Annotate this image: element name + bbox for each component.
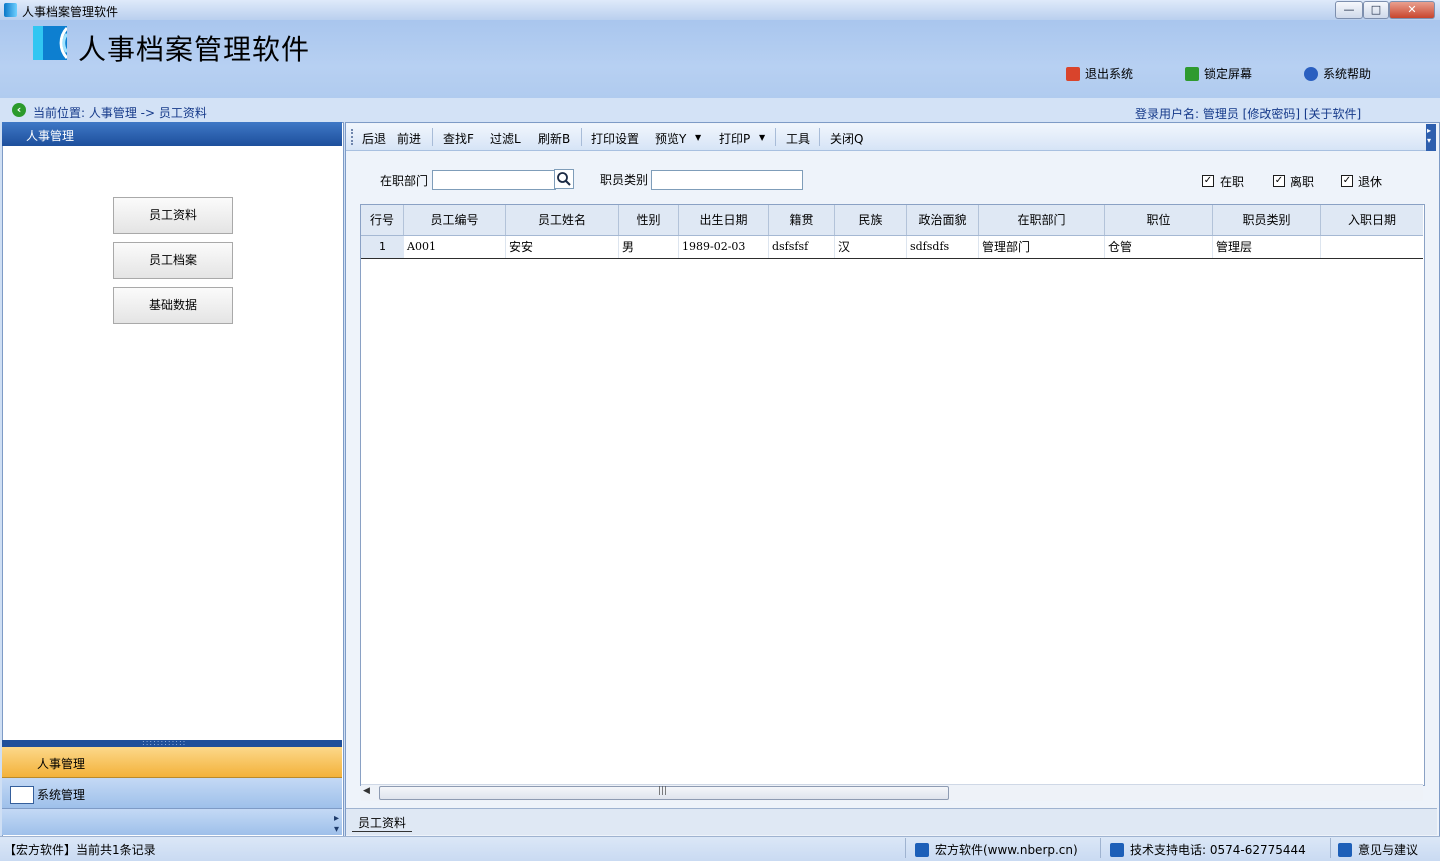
sidebar-footer[interactable]: ▸ ▾ bbox=[2, 809, 342, 835]
table-cell[interactable] bbox=[1321, 236, 1423, 258]
column-header[interactable]: 政治面貌 bbox=[907, 205, 979, 235]
toolbar-separator bbox=[432, 128, 433, 146]
dept-search-button[interactable] bbox=[554, 169, 574, 189]
row-divider bbox=[361, 258, 1423, 259]
column-header[interactable]: 行号 bbox=[361, 205, 404, 235]
toolbar-find-button[interactable]: 查找F bbox=[443, 130, 474, 147]
sidebar-group-system[interactable]: 系统管理 bbox=[2, 778, 342, 809]
employee-info-button[interactable]: 员工资料 bbox=[113, 197, 233, 234]
toolbar-forward-button[interactable]: 前进 bbox=[397, 130, 421, 147]
basic-data-button[interactable]: 基础数据 bbox=[113, 287, 233, 324]
exit-system-button[interactable]: 退出系统 bbox=[1066, 65, 1133, 83]
retired-checkbox-label: 退休 bbox=[1358, 175, 1383, 189]
toolbar-separator bbox=[819, 128, 820, 146]
feedback-link[interactable]: 意见与建议 bbox=[1338, 841, 1418, 858]
category-label: 职员类别 bbox=[600, 173, 649, 187]
status-record-count: 【宏方软件】当前共1条记录 bbox=[4, 843, 156, 857]
active-checkbox-label: 在职 bbox=[1220, 175, 1245, 189]
table-cell[interactable]: 1989-02-03 bbox=[679, 236, 769, 258]
user-info[interactable]: 登录用户名: 管理员 [修改密码] [关于软件] bbox=[1135, 105, 1361, 122]
toolbar-tools-button[interactable]: 工具 bbox=[786, 130, 810, 147]
toolbar-grip[interactable] bbox=[351, 129, 355, 145]
column-header[interactable]: 职员类别 bbox=[1213, 205, 1321, 235]
toolbar-separator bbox=[775, 128, 776, 146]
toolbar-overflow-button[interactable]: ▸ ▾ bbox=[1426, 124, 1436, 151]
scrollbar-thumb[interactable]: ||| bbox=[379, 786, 949, 800]
table-cell[interactable]: 仓管 bbox=[1105, 236, 1213, 258]
column-header[interactable]: 员工编号 bbox=[404, 205, 506, 235]
column-header[interactable]: 职位 bbox=[1105, 205, 1213, 235]
app-icon bbox=[4, 3, 17, 17]
system-manage-icon bbox=[10, 786, 34, 804]
table-cell[interactable]: 管理层 bbox=[1213, 236, 1321, 258]
tab-strip bbox=[346, 808, 1437, 835]
toolbar-separator bbox=[581, 128, 582, 146]
phone-icon bbox=[1110, 843, 1124, 857]
table-cell[interactable]: dsfsfsf bbox=[769, 236, 835, 258]
dept-label: 在职部门 bbox=[380, 174, 429, 188]
employee-grid[interactable] bbox=[360, 204, 1425, 786]
help-icon bbox=[1304, 67, 1318, 81]
app-logo-icon bbox=[33, 26, 67, 60]
back-arrow-icon[interactable]: ‹ bbox=[12, 103, 26, 117]
table-cell[interactable]: 管理部门 bbox=[979, 236, 1105, 258]
search-icon bbox=[557, 172, 571, 186]
window-title: 人事档案管理软件 bbox=[22, 5, 119, 19]
column-header[interactable]: 员工姓名 bbox=[506, 205, 619, 235]
help-icon bbox=[1338, 843, 1352, 857]
status-company-link[interactable]: 宏方软件(www.nberp.cn) bbox=[915, 841, 1078, 858]
active-checkbox[interactable]: ✓ bbox=[1202, 175, 1214, 187]
toolbar-preview-button[interactable]: 预览Y bbox=[655, 130, 686, 147]
breadcrumb: 当前位置: 人事管理 -> 员工资料 bbox=[33, 106, 207, 120]
home-icon bbox=[915, 843, 929, 857]
column-header[interactable]: 性别 bbox=[619, 205, 679, 235]
scroll-left-arrow-icon[interactable]: ◀ bbox=[363, 786, 370, 796]
table-cell[interactable]: 男 bbox=[619, 236, 679, 258]
column-header[interactable]: 入职日期 bbox=[1321, 205, 1423, 235]
expand-chevron-icon[interactable]: ▸ ▾ bbox=[334, 813, 339, 835]
column-header[interactable]: 出生日期 bbox=[679, 205, 769, 235]
column-header[interactable]: 籍贯 bbox=[769, 205, 835, 235]
table-cell[interactable]: sdfsdfs bbox=[907, 236, 979, 258]
toolbar-refresh-button[interactable]: 刷新B bbox=[538, 130, 570, 147]
print-dropdown-icon[interactable]: ▼ bbox=[759, 133, 765, 142]
exit-icon bbox=[1066, 67, 1080, 81]
status-separator bbox=[1100, 838, 1101, 858]
category-input[interactable] bbox=[651, 170, 803, 190]
toolbar-close-button[interactable]: 关闭Q bbox=[830, 130, 863, 147]
sidebar-splitter[interactable]: :::::::::::: bbox=[2, 738, 342, 747]
column-header[interactable]: 在职部门 bbox=[979, 205, 1105, 235]
status-separator bbox=[905, 838, 906, 858]
table-cell[interactable]: A001 bbox=[404, 236, 506, 258]
app-title: 人事档案管理软件 bbox=[78, 33, 311, 66]
table-cell[interactable]: 安安 bbox=[506, 236, 619, 258]
row-number-cell[interactable]: 1 bbox=[361, 236, 404, 258]
sidebar-header: 人事管理 bbox=[2, 122, 342, 146]
column-header[interactable]: 民族 bbox=[835, 205, 907, 235]
lock-screen-button[interactable]: 锁定屏幕 bbox=[1185, 65, 1252, 83]
resigned-checkbox-label: 离职 bbox=[1290, 175, 1315, 189]
tab-employee-info[interactable]: 员工资料 bbox=[352, 814, 413, 832]
lock-screen-icon bbox=[1185, 67, 1199, 81]
toolbar-back-button[interactable]: 后退 bbox=[362, 130, 386, 147]
sidebar-group-hr[interactable]: 人事管理 bbox=[2, 747, 342, 778]
toolbar-print-setup-button[interactable]: 打印设置 bbox=[591, 130, 639, 147]
status-phone: 技术支持电话: 0574-62775444 bbox=[1110, 841, 1306, 858]
resigned-checkbox[interactable]: ✓ bbox=[1273, 175, 1285, 187]
system-help-button[interactable]: 系统帮助 bbox=[1304, 65, 1371, 83]
minimize-button[interactable]: — bbox=[1335, 1, 1363, 19]
close-window-button[interactable]: ✕ bbox=[1389, 1, 1435, 19]
dept-input[interactable] bbox=[432, 170, 556, 190]
preview-dropdown-icon[interactable]: ▼ bbox=[695, 133, 701, 142]
maximize-button[interactable]: □ bbox=[1363, 1, 1389, 19]
window-titlebar bbox=[0, 0, 1440, 21]
table-cell[interactable]: 汉 bbox=[835, 236, 907, 258]
employee-archive-button[interactable]: 员工档案 bbox=[113, 242, 233, 279]
toolbar-filter-button[interactable]: 过滤L bbox=[490, 130, 521, 147]
status-separator bbox=[1330, 838, 1331, 858]
toolbar-print-button[interactable]: 打印P bbox=[719, 130, 750, 147]
retired-checkbox[interactable]: ✓ bbox=[1341, 175, 1353, 187]
